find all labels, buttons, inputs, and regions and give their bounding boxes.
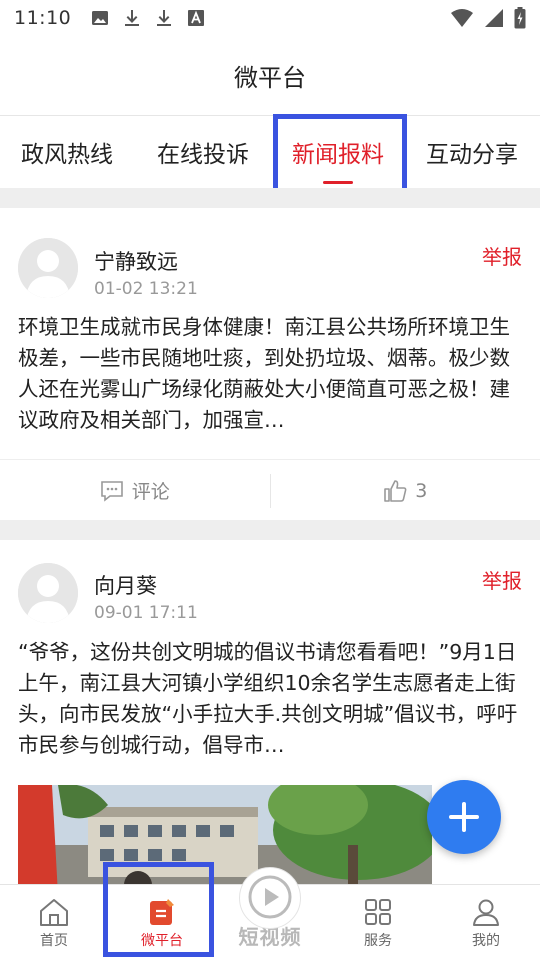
signal-icon: [485, 9, 503, 27]
user-avatar-icon: [18, 563, 78, 623]
font-icon: [188, 10, 205, 26]
active-tab-indicator: [323, 181, 353, 184]
post-time: 01-02 13:21: [94, 279, 198, 299]
user-icon: [473, 899, 499, 926]
nav-label: 我的: [472, 933, 500, 949]
nav-profile[interactable]: 我的: [432, 885, 540, 960]
post-body[interactable]: 环境卫生成就市民身体健康！南江县公共场所环境卫生极差，一些市民随地吐痰，到处扔垃…: [18, 312, 522, 436]
tab-interactive-share[interactable]: 互动分享: [404, 116, 540, 188]
comment-label: 评论: [131, 481, 170, 503]
nav-label: 微平台: [141, 933, 183, 949]
grid-icon: [365, 899, 391, 925]
like-count: 3: [415, 479, 428, 502]
download-icon: [125, 10, 140, 26]
video-button[interactable]: [239, 867, 301, 929]
avatar[interactable]: [18, 238, 78, 298]
download-icon: [157, 10, 172, 26]
post-time: 09-01 17:11: [94, 603, 198, 623]
home-icon: [40, 899, 68, 926]
status-time: 11:10: [14, 7, 72, 29]
image-icon: [92, 11, 109, 25]
report-button[interactable]: 举报: [482, 565, 522, 594]
bottom-nav: 首页 微平台 短视频 服务 我的: [0, 867, 540, 960]
tab-news-tips[interactable]: 新闻报料: [272, 116, 404, 188]
section-divider: [0, 520, 540, 540]
post-author[interactable]: 向月葵: [94, 570, 157, 600]
play-icon: [248, 875, 292, 918]
section-divider: [0, 188, 540, 208]
tab-label: 新闻报料: [292, 142, 384, 168]
battery-charging-icon: [514, 7, 526, 29]
post-card[interactable]: 宁静致远 01-02 13:21 举报 环境卫生成就市民身体健康！南江县公共场所…: [0, 208, 540, 520]
tab-online-complaint[interactable]: 在线投诉: [134, 116, 272, 188]
tab-political-hotline[interactable]: 政风热线: [0, 116, 134, 188]
nav-services[interactable]: 服务: [324, 885, 432, 960]
plus-icon: [449, 802, 479, 832]
nav-short-video[interactable]: 短视频: [216, 867, 324, 960]
page-title: 微平台: [234, 64, 306, 92]
wifi-icon: [451, 9, 473, 27]
street-photo: [18, 785, 432, 895]
avatar[interactable]: [18, 563, 78, 623]
nav-label: 首页: [40, 933, 68, 949]
tab-bar: 政风热线 在线投诉 新闻报料 互动分享: [0, 116, 540, 188]
tab-label: 在线投诉: [157, 142, 249, 168]
document-icon: [150, 899, 174, 925]
post-actions: 评论 3: [0, 459, 540, 521]
comment-button[interactable]: 评论: [0, 477, 270, 504]
thumbs-up-icon: [384, 479, 407, 502]
nav-home[interactable]: 首页: [0, 885, 108, 960]
nav-micro-platform[interactable]: 微平台: [108, 885, 216, 960]
app-header: 微平台: [0, 36, 540, 116]
like-button[interactable]: 3: [271, 479, 540, 503]
system-icons: [450, 7, 526, 29]
tab-label: 互动分享: [426, 142, 518, 168]
post-author[interactable]: 宁静致远: [94, 246, 178, 276]
report-button[interactable]: 举报: [482, 241, 522, 270]
notification-icons: [91, 9, 205, 27]
post-body[interactable]: “爷爷，这份共创文明城的倡议书请您看看吧！”9月1日上午，南江县大河镇小学组织1…: [18, 637, 522, 761]
comment-icon: [100, 480, 123, 502]
post-image[interactable]: [18, 785, 432, 895]
tab-label: 政风热线: [21, 142, 113, 168]
user-avatar-icon: [18, 238, 78, 298]
nav-label: 服务: [364, 933, 392, 949]
add-post-button[interactable]: [427, 780, 501, 854]
status-bar: 11:10: [0, 0, 540, 36]
